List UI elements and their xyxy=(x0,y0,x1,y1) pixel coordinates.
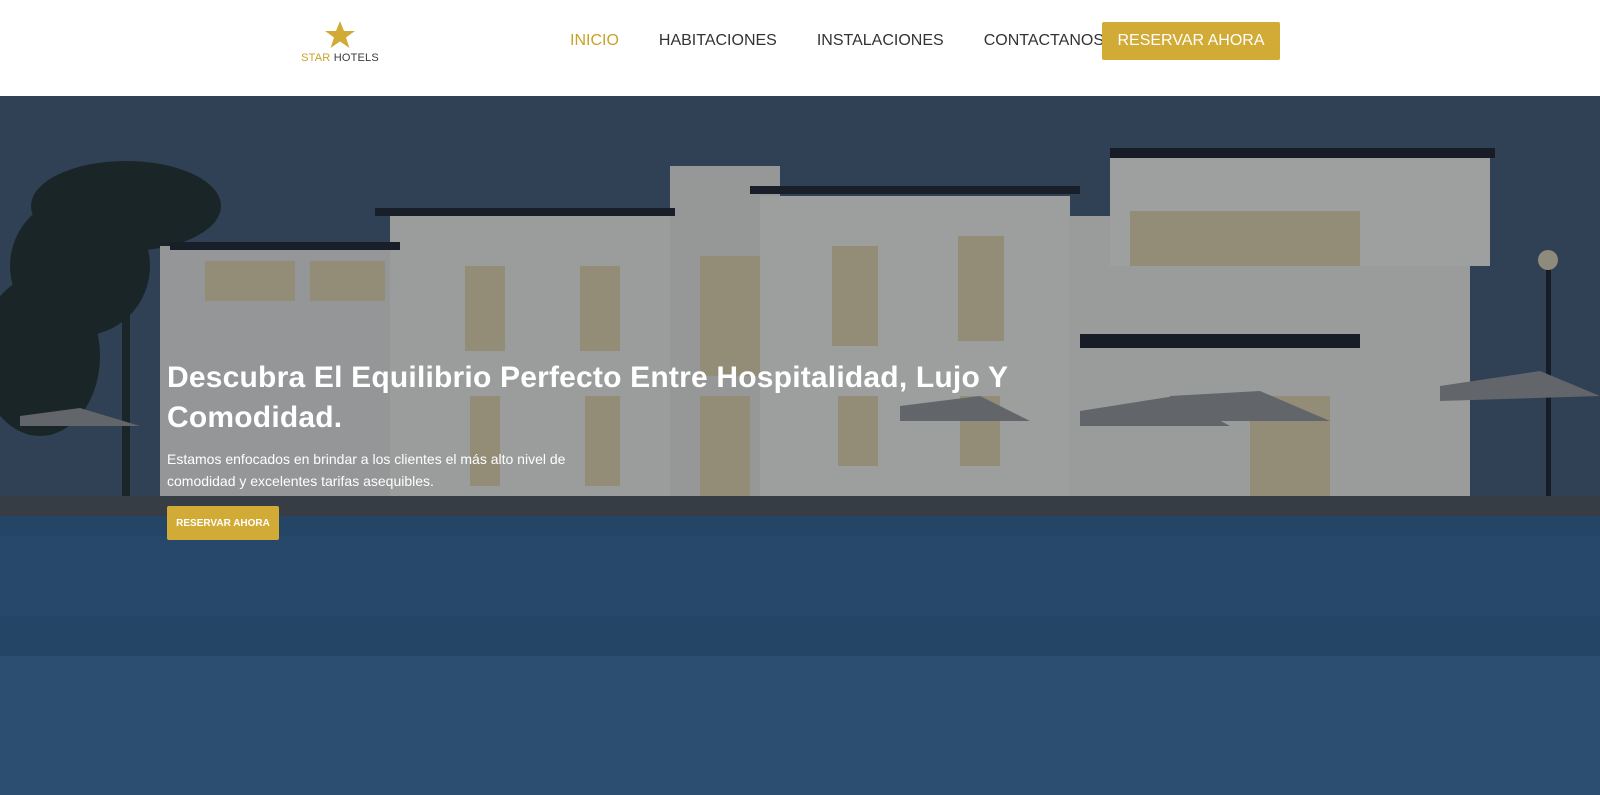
brand-name-part1: STAR xyxy=(301,52,331,64)
hero-subtitle: Estamos enfocados en brindar a los clien… xyxy=(167,451,566,489)
brand-name: STAR HOTELS xyxy=(300,52,380,64)
brand-logo[interactable]: STAR HOTELS xyxy=(300,20,380,72)
hero-reserve-button[interactable]: RESERVAR AHORA xyxy=(167,506,279,540)
nav-item-inicio[interactable]: INICIO xyxy=(570,32,619,50)
hero-title: Descubra El Equilibrio Perfecto Entre Ho… xyxy=(167,361,1008,434)
star-icon xyxy=(325,21,355,48)
main-nav: INICIO HABITACIONES INSTALACIONES CONTAC… xyxy=(570,0,1104,82)
reserve-now-button[interactable]: RESERVAR AHORA xyxy=(1102,22,1280,60)
site-header: STAR HOTELS INICIO HABITACIONES INSTALAC… xyxy=(0,0,1600,96)
brand-name-part2: HOTELS xyxy=(333,52,379,64)
nav-item-instalaciones[interactable]: INSTALACIONES xyxy=(817,32,944,50)
nav-item-habitaciones[interactable]: HABITACIONES xyxy=(659,32,777,50)
hero-content: Descubra El Equilibrio Perfecto Entre Ho… xyxy=(167,358,1067,540)
hero-section: Descubra El Equilibrio Perfecto Entre Ho… xyxy=(0,96,1600,795)
nav-item-contactanos[interactable]: CONTACTANOS xyxy=(984,32,1104,50)
